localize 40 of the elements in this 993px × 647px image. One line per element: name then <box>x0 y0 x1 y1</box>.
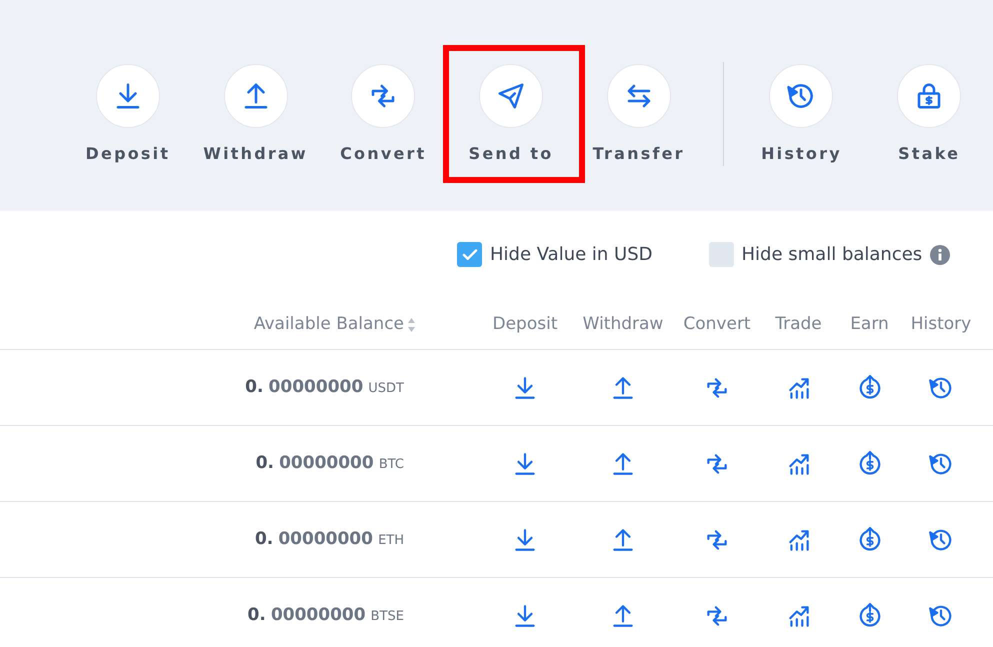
column-header: Earn <box>849 312 890 336</box>
balance-cell-text: 0. 00000000 USDT <box>245 376 405 399</box>
column-header[interactable]: Available Balance <box>254 312 404 338</box>
balance-cell-text: 0. 00000000 ETH <box>254 528 405 551</box>
checkbox-label: Hide small balances <box>742 243 922 267</box>
column-header: Deposit <box>492 312 558 336</box>
info-icon[interactable] <box>930 244 950 264</box>
action-label: Withdraw <box>203 143 308 165</box>
earn-link[interactable] <box>856 374 882 400</box>
history-link[interactable] <box>928 602 954 628</box>
dollar-coin-icon <box>856 602 882 628</box>
action-label: History <box>761 143 842 165</box>
dollar-coin-icon <box>856 450 882 476</box>
column-header: History <box>910 312 972 336</box>
column-header: Withdraw <box>582 312 664 336</box>
dollar-coin-icon <box>856 526 882 552</box>
earn-link[interactable] <box>856 526 882 552</box>
checkbox-label: Hide Value in USD <box>490 243 653 267</box>
checkbox[interactable] <box>457 242 482 267</box>
balance-cell-text: 0. 00000000 BTC <box>256 452 405 475</box>
action-label: Deposit <box>86 143 170 165</box>
column-header: Trade <box>774 312 823 336</box>
action-label: Transfer <box>592 143 685 165</box>
column-header: Convert <box>682 312 752 336</box>
dollar-coin-icon <box>856 374 882 400</box>
history-link[interactable] <box>928 450 954 476</box>
earn-link[interactable] <box>856 450 882 476</box>
checkbox[interactable] <box>708 242 734 267</box>
history-icon <box>928 602 954 628</box>
history-link[interactable] <box>928 374 954 400</box>
history-icon <box>928 526 954 552</box>
history-icon <box>928 450 954 476</box>
action-label: Convert <box>340 143 426 165</box>
action-label: Stake <box>898 143 960 165</box>
send-icon <box>496 81 526 111</box>
action-label: Send to <box>468 143 554 165</box>
earn-link[interactable] <box>856 602 882 628</box>
history-link[interactable] <box>928 526 954 552</box>
balance-cell-text: 0. 00000000 BTSE <box>248 604 405 627</box>
history-icon <box>928 374 954 400</box>
